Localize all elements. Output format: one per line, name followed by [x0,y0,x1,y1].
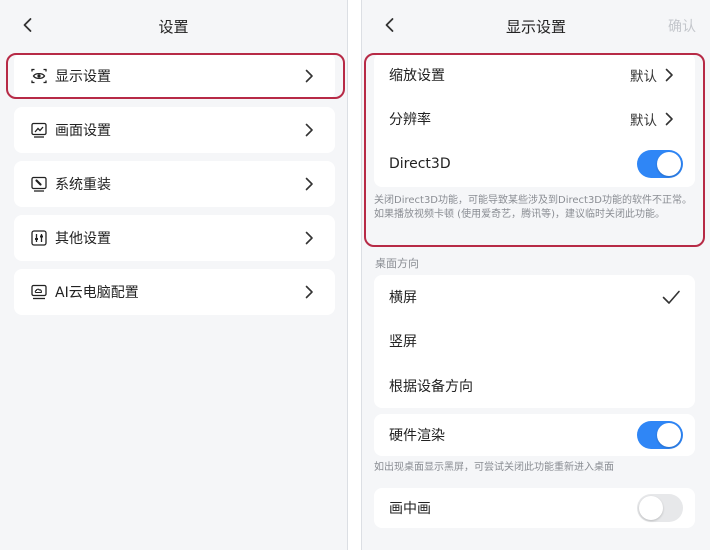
pip-card: 画中画 [374,488,695,528]
menu-item-display-settings[interactable]: 显示设置 [14,53,335,99]
chevron-right-icon [661,111,677,127]
confirm-button[interactable]: 确认 [668,16,696,36]
resolution-value: 默认 [630,113,657,129]
hardware-render-toggle[interactable] [637,421,683,449]
monitor-chart-icon [30,121,48,139]
checkmark-icon [661,287,681,307]
display-settings-header: 显示设置 确认 [362,0,710,52]
orientation-option-label: 横屏 [389,290,417,306]
menu-item-label: 系统重装 [55,177,111,193]
menu-item-ai-cloud-pc[interactable]: AI云电脑配置 [14,269,335,315]
hardware-render-row: 硬件渲染 [374,414,695,456]
direct3d-label: Direct3D [389,156,451,172]
scale-settings-row[interactable]: 缩放设置 默认 [374,53,695,97]
reinstall-icon [30,175,48,193]
chevron-right-icon [301,68,317,84]
hardware-render-note: 如出现桌面显示黑屏，可尝试关闭此功能重新进入桌面 [374,462,614,473]
pip-row: 画中画 [374,488,695,528]
pip-label: 画中画 [389,501,431,517]
sliders-icon [30,229,48,247]
settings-header: 设置 [0,0,347,52]
resolution-label: 分辨率 [389,112,431,128]
direct3d-toggle[interactable] [637,150,683,178]
direct3d-note: 关闭Direct3D功能，可能导致某些涉及到Direct3D功能的软件不正常。如… [374,195,693,220]
orientation-option-portrait[interactable]: 竖屏 [374,319,695,363]
toggle-knob [657,152,681,176]
chevron-right-icon [301,176,317,192]
orientation-card: 横屏 竖屏 根据设备方向 [374,275,695,408]
chevron-right-icon [301,230,317,246]
menu-item-label: AI云电脑配置 [55,285,139,301]
display-options-card: 缩放设置 默认 分辨率 默认 Direct3D [374,53,695,187]
pip-toggle[interactable] [637,494,683,522]
direct3d-row: Direct3D [374,142,695,186]
screen-divider [348,0,361,550]
hardware-render-label: 硬件渲染 [389,428,445,444]
scale-settings-value: 默认 [630,69,657,85]
menu-item-label: 显示设置 [55,69,111,85]
page-title: 显示设置 [505,18,566,36]
chevron-right-icon [661,67,677,83]
toggle-knob [657,423,681,447]
chevron-right-icon [301,284,317,300]
resolution-row[interactable]: 分辨率 默认 [374,97,695,141]
menu-item-other-settings[interactable]: 其他设置 [14,215,335,261]
menu-item-label: 其他设置 [55,231,111,247]
orientation-section-label: 桌面方向 [375,257,419,270]
scale-settings-label: 缩放设置 [389,68,445,84]
cloud-pc-icon [30,283,48,301]
menu-item-label: 画面设置 [55,123,111,139]
page-title: 设置 [158,18,189,36]
menu-item-picture-settings[interactable]: 画面设置 [14,107,335,153]
orientation-option-auto[interactable]: 根据设备方向 [374,364,695,408]
orientation-option-label: 根据设备方向 [389,379,473,395]
toggle-knob [639,496,663,520]
eye-icon [30,67,48,85]
menu-item-system-reinstall[interactable]: 系统重装 [14,161,335,207]
hardware-render-card: 硬件渲染 [374,414,695,456]
orientation-option-landscape[interactable]: 横屏 [374,275,695,319]
chevron-right-icon [301,122,317,138]
orientation-option-label: 竖屏 [389,334,417,350]
